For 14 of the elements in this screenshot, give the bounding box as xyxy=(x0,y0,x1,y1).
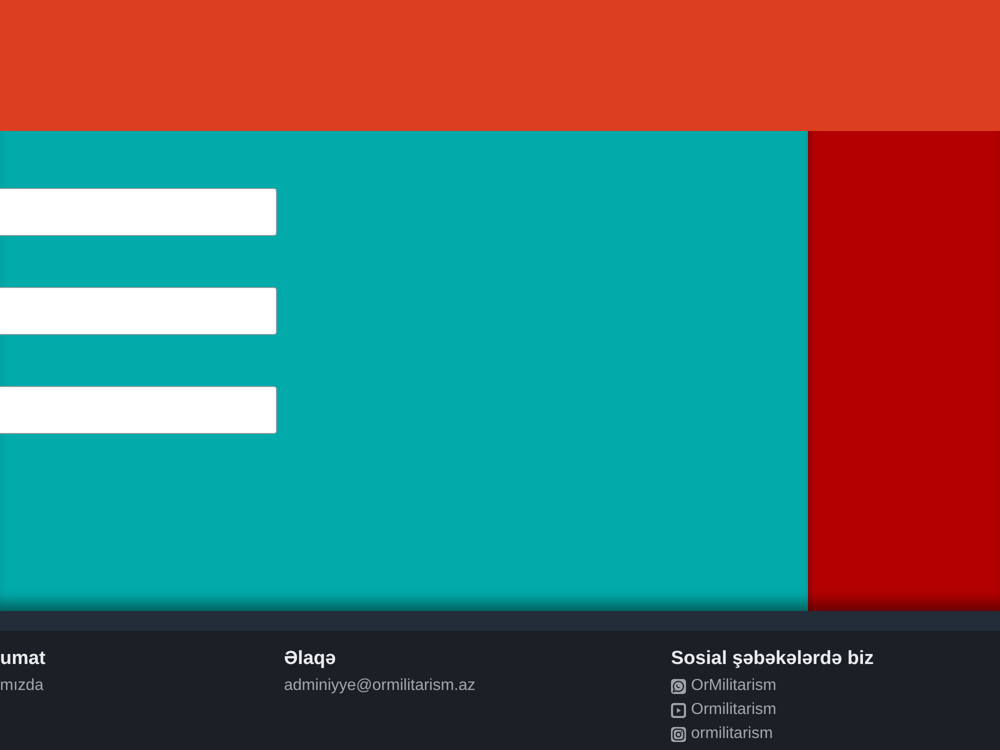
social-link[interactable]: Ormilitarism xyxy=(671,698,776,722)
footer-heading: Əlaqə xyxy=(284,647,336,671)
input-field[interactable] xyxy=(0,287,277,335)
footer-link[interactable]: mızda xyxy=(0,674,44,698)
footer-heading: umat xyxy=(0,647,46,671)
footer-link[interactable]: adminiyye@ormilitarism.az xyxy=(284,674,476,698)
chat-bubble-icon xyxy=(671,678,686,694)
social-link[interactable]: ormilitarism xyxy=(671,722,773,746)
footer-heading: Sosial şəbəkələrdə biz xyxy=(671,647,874,671)
input-field[interactable] xyxy=(0,188,277,236)
input-field[interactable] xyxy=(0,386,277,434)
camera-icon xyxy=(671,726,686,742)
social-link[interactable]: OrMilitarism xyxy=(671,674,776,698)
play-icon xyxy=(671,702,686,718)
